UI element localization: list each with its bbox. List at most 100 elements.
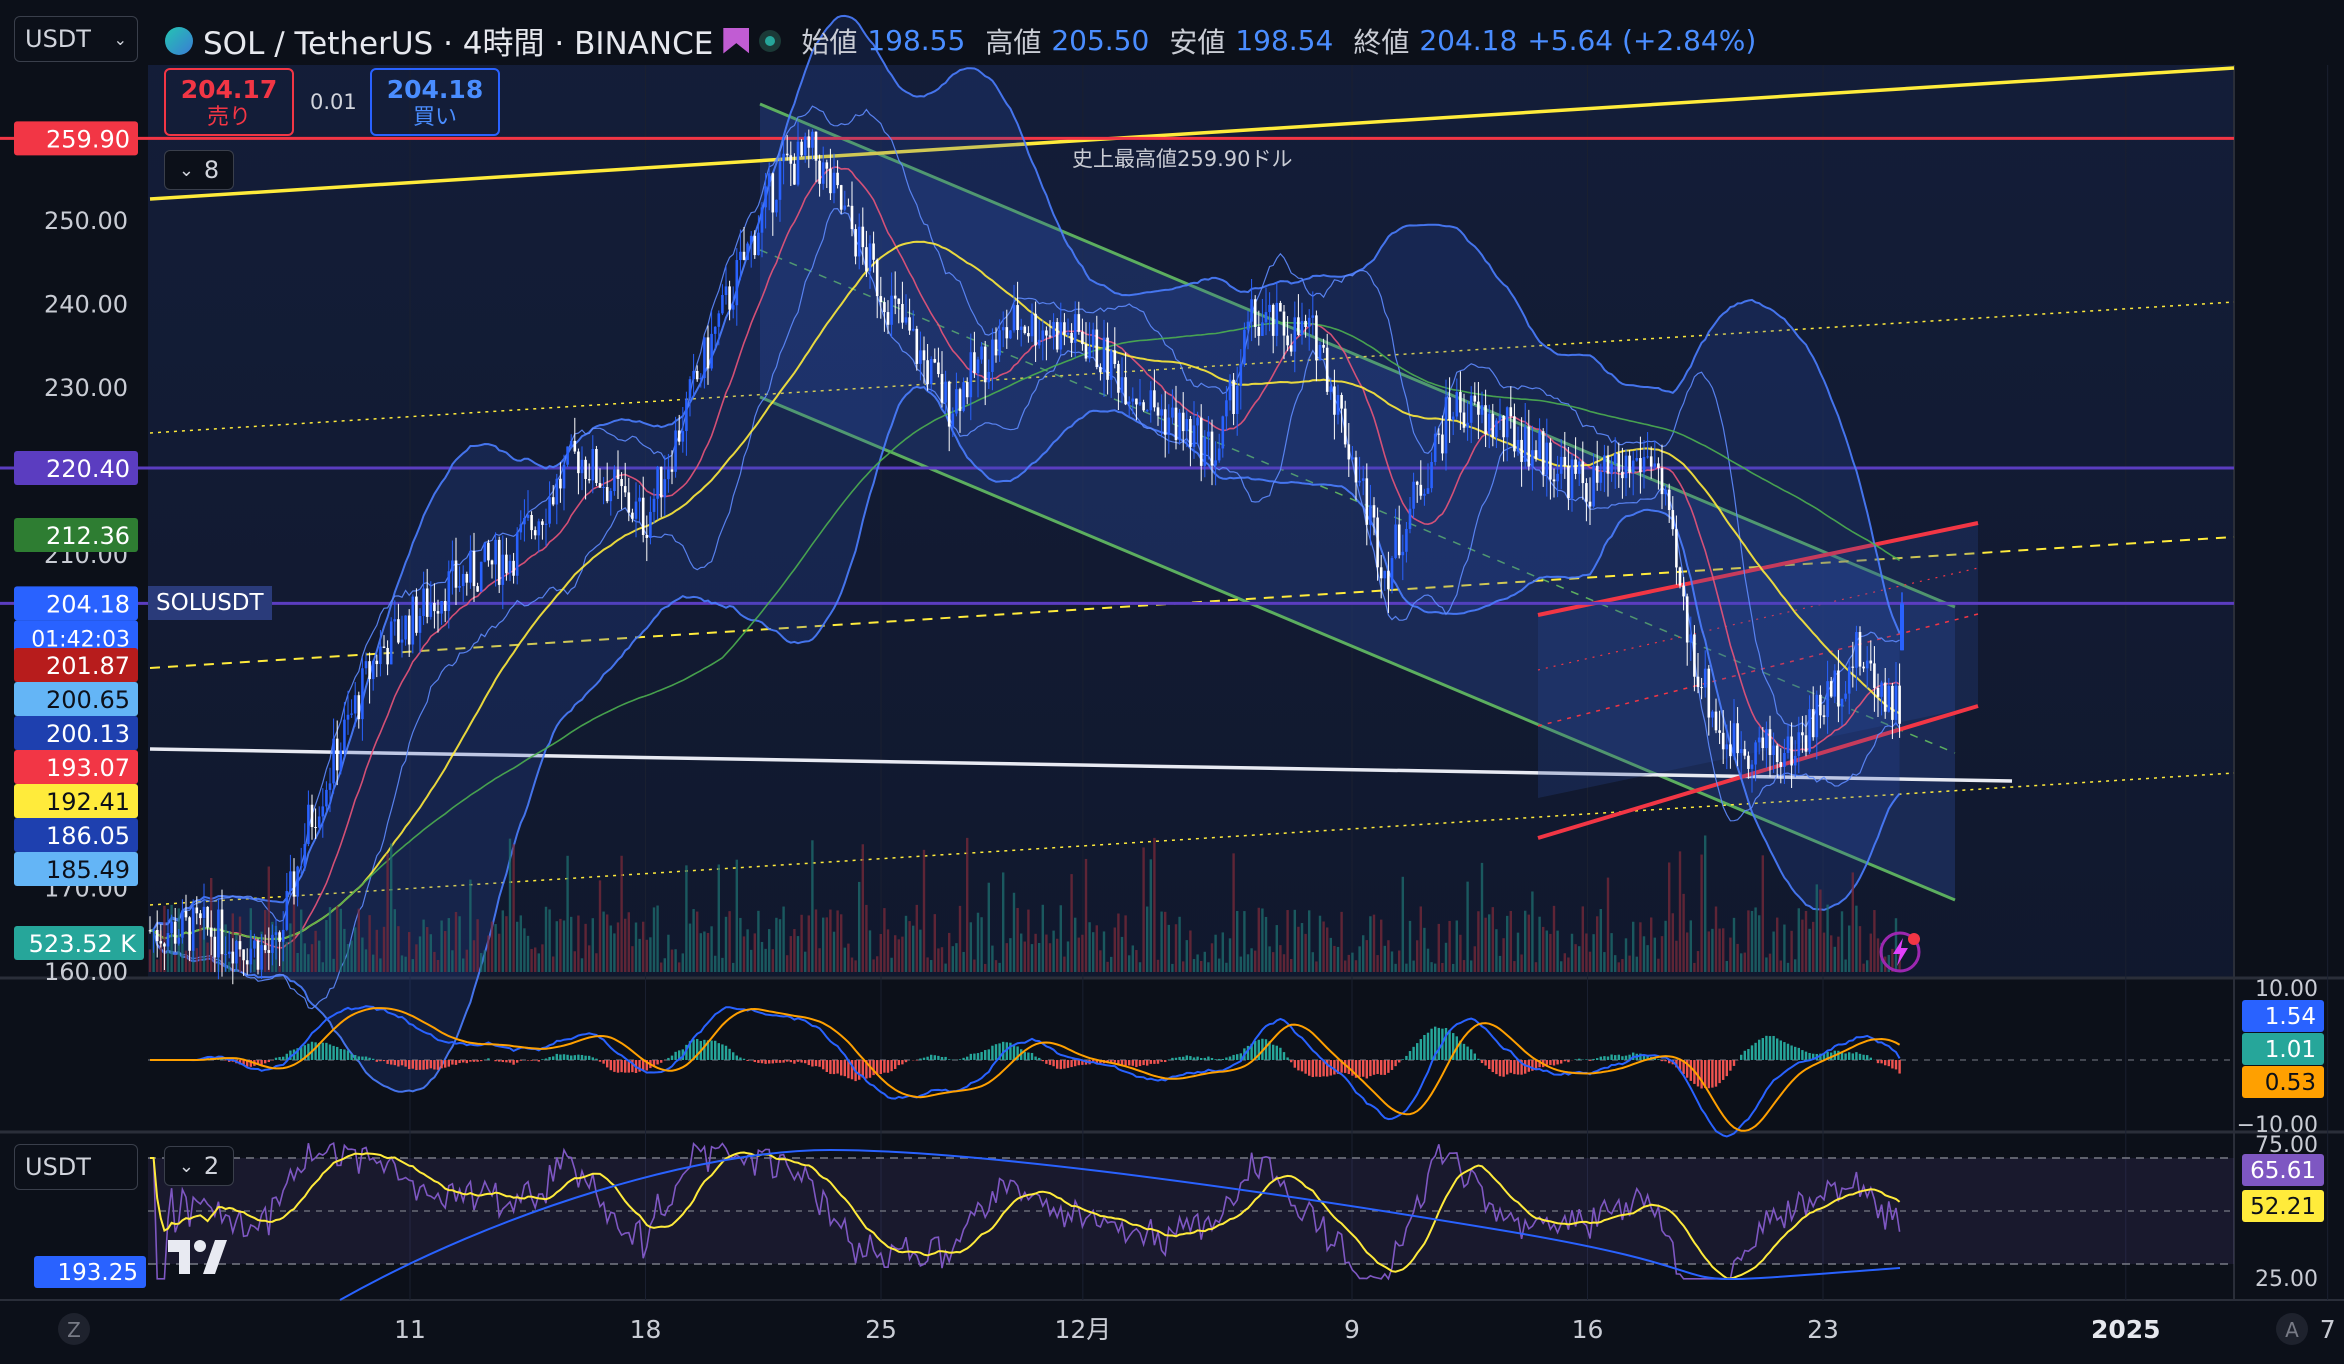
macd-histogram-bar [1041, 1060, 1044, 1062]
candle-body [713, 326, 717, 334]
candle-body [922, 350, 926, 361]
macd-histogram-bar [1012, 1044, 1016, 1060]
volume-bar [1740, 953, 1743, 972]
candle-body [875, 259, 879, 297]
volume-bar [1588, 951, 1592, 972]
volume-bar [1560, 961, 1563, 972]
macd-histogram-bar [714, 1040, 717, 1060]
candle-body [461, 573, 465, 587]
candle-body [494, 539, 497, 565]
macd-histogram-bar [944, 1056, 947, 1060]
volume-bar [519, 915, 522, 972]
candle-body [595, 449, 598, 484]
macd-histogram-bar [840, 1060, 843, 1076]
volume-bar [1092, 932, 1095, 972]
macd-histogram-bar [991, 1045, 994, 1060]
candle-body [317, 816, 321, 828]
volume-bar [1358, 946, 1361, 972]
volume-bar [483, 950, 486, 972]
macd-histogram-bar [480, 1060, 483, 1062]
axis-corner-right[interactable]: A [2285, 1318, 2299, 1342]
ath-annotation[interactable]: 史上最高値259.90ドル [1072, 147, 1292, 171]
candle-body [1361, 478, 1365, 481]
candle-body [746, 243, 749, 260]
candle-body [836, 172, 839, 186]
buy-button[interactable]: 204.18 買い [370, 68, 500, 136]
volume-bar [1722, 928, 1725, 972]
volume-bar [1027, 909, 1030, 972]
volume-bar [1707, 931, 1710, 972]
macd-histogram-bar [757, 1060, 760, 1063]
candle-body [1538, 431, 1541, 459]
volume-bar [1362, 935, 1365, 972]
macd-histogram-bar [364, 1056, 368, 1060]
macd-histogram-bar [422, 1060, 425, 1070]
candle-body [1534, 450, 1538, 459]
price-tag-label: 201.87 [46, 652, 130, 680]
market-status-icon[interactable] [759, 29, 782, 52]
volume-bar [415, 944, 418, 972]
time-tick-label: 23 [1807, 1315, 1839, 1344]
volume-bar [1718, 928, 1721, 972]
volume-bar [1070, 874, 1073, 972]
macd-histogram-bar [559, 1054, 562, 1060]
symbol-title[interactable]: SOL / TetherUS · 4時間 · BINANCE [203, 18, 713, 63]
bookmark-icon[interactable] [723, 27, 750, 54]
volume-bar [404, 956, 407, 972]
candle-body [1297, 317, 1300, 335]
candle-body [735, 260, 739, 306]
volume-bar [465, 949, 468, 972]
chart-canvas[interactable]: 史上最高値259.90ドル 160.00170.00210.00230.0024… [0, 0, 2344, 1364]
candle-body [1513, 416, 1516, 452]
volume-bar [1250, 948, 1253, 972]
candle-body [947, 381, 951, 427]
volume-bar [292, 892, 296, 972]
macd-histogram-bar [710, 1040, 713, 1060]
candle-body [1682, 585, 1685, 597]
sub-currency-select[interactable]: USDT [14, 1144, 138, 1190]
macd-histogram-bar [1848, 1052, 1851, 1060]
candle-body [454, 560, 458, 588]
volume-bar [973, 959, 976, 972]
candle-body [458, 586, 461, 588]
volume-bar [1473, 946, 1476, 972]
macd-histogram-bar [1794, 1046, 1797, 1060]
volume-bar [541, 944, 544, 972]
candle-body [436, 611, 440, 614]
macd-histogram-bar [544, 1058, 548, 1060]
macd-histogram-bar [753, 1060, 756, 1063]
macd-histogram-bar [1761, 1038, 1764, 1060]
indicator-toggle-main[interactable]: ⌄ 8 [164, 150, 234, 190]
volume-bar [310, 944, 314, 972]
candle-body [620, 479, 623, 487]
symbol-header[interactable]: SOL / TetherUS · 4時間 · BINANCE 始値 198.55 … [165, 18, 1756, 63]
macd-histogram-bar [332, 1045, 335, 1060]
sell-button[interactable]: 204.17 売り [164, 68, 294, 136]
candle-body [1772, 745, 1775, 755]
macd-histogram-bar [400, 1060, 404, 1066]
macd-histogram-bar [1891, 1060, 1894, 1069]
macd-histogram-bar [1232, 1054, 1235, 1060]
macd-histogram-bar [368, 1057, 371, 1060]
macd-histogram-bar [1146, 1060, 1149, 1066]
macd-histogram-bar [1599, 1056, 1602, 1060]
volume-bar [1372, 914, 1376, 972]
indicator-toggle-sub[interactable]: ⌄ 2 [164, 1146, 234, 1186]
candle-body [1271, 304, 1275, 336]
macd-histogram-bar [771, 1060, 774, 1064]
candle-body [1466, 422, 1469, 428]
volume-bar [469, 879, 472, 972]
candle-body [382, 646, 386, 648]
macd-histogram-bar [886, 1060, 890, 1073]
candle-body [1696, 676, 1700, 688]
candle-body [433, 602, 436, 612]
candle-body [703, 337, 706, 379]
candle-body [1358, 480, 1361, 483]
macd-histogram-bar [613, 1060, 616, 1072]
currency-select[interactable]: USDT ⌄ [14, 16, 138, 62]
candle-body [1196, 417, 1199, 426]
volume-bar [1653, 937, 1656, 972]
volume-bar [613, 933, 616, 972]
candle-body [782, 153, 785, 162]
axis-corner-left[interactable]: Z [67, 1318, 81, 1342]
